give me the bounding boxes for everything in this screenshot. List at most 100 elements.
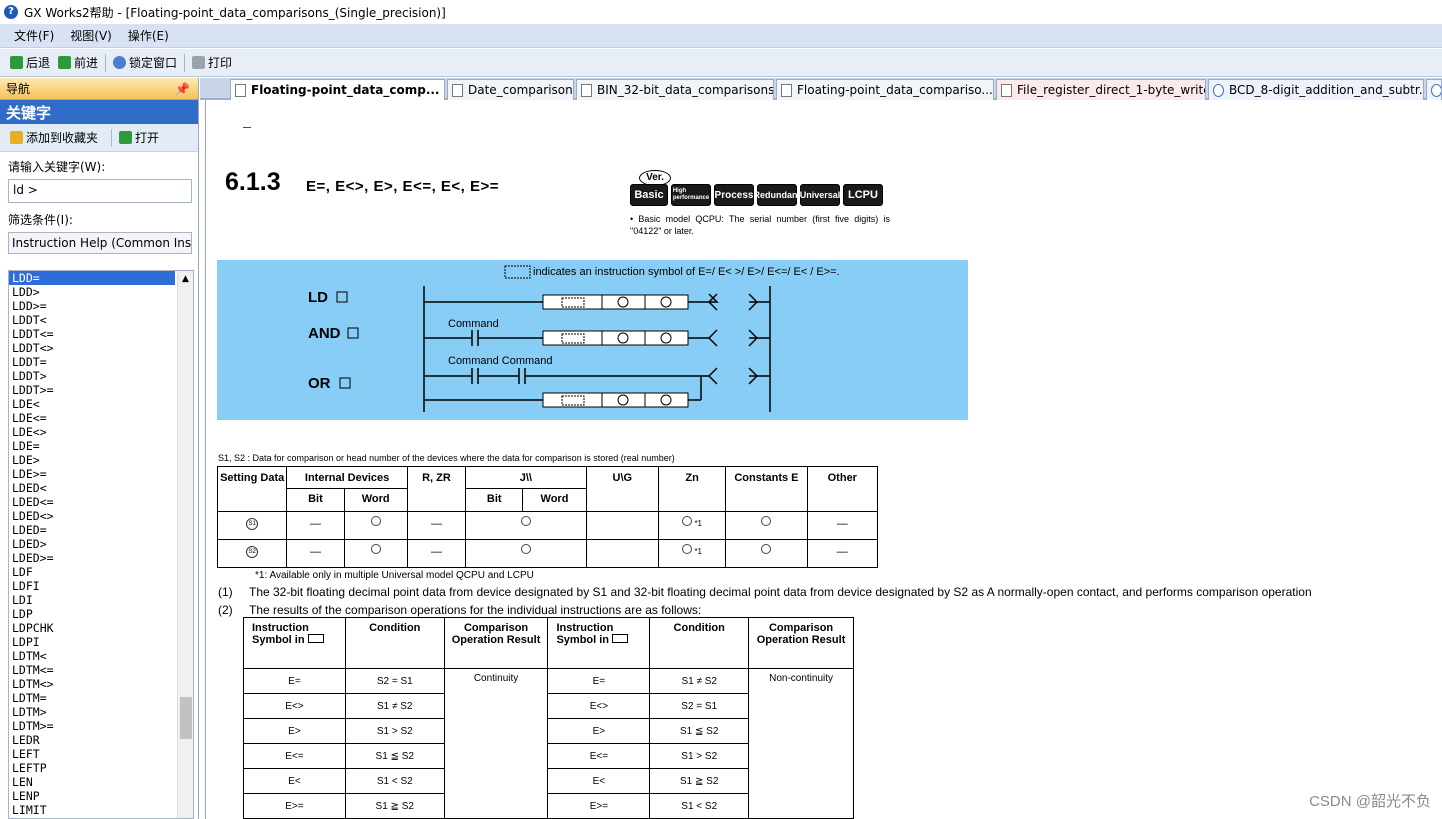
cell-dash: —: [286, 511, 345, 540]
keyword-list-item[interactable]: LDD=: [9, 271, 175, 285]
keyword-list-item[interactable]: LEDR: [9, 733, 193, 747]
cell-circle: [725, 539, 808, 568]
keyword-list-item[interactable]: LDPI: [9, 635, 193, 649]
th-instruction-label: Instruction Symbol in: [252, 622, 309, 646]
cell-condition: S2 = S1: [344, 668, 445, 694]
scroll-thumb[interactable]: [180, 697, 192, 739]
keyword-list-item[interactable]: LDED<>: [9, 509, 193, 523]
tab-bin-32bit[interactable]: BIN_32-bit_data_comparisons: [576, 79, 774, 100]
tab-file-register[interactable]: File_register_direct_1-byte_write: [996, 79, 1206, 100]
keyword-list-item[interactable]: LDI: [9, 593, 193, 607]
keyword-list-item[interactable]: LDDT<>: [9, 341, 193, 355]
keyword-list-item[interactable]: LDD>: [9, 285, 193, 299]
nav-header-label: 导航: [6, 82, 31, 96]
keyword-list-item[interactable]: LIMIT: [9, 803, 193, 817]
keyword-list-item[interactable]: LDE<=: [9, 411, 193, 425]
keyword-list-item[interactable]: LDDT=: [9, 355, 193, 369]
keyword-list-item[interactable]: LDED<: [9, 481, 193, 495]
scroll-up-icon[interactable]: ▲: [178, 271, 193, 287]
cell-condition: S2 = S1: [649, 693, 750, 719]
keyword-list-item[interactable]: LDF: [9, 565, 193, 579]
keyword-list-item[interactable]: LDPCHK: [9, 621, 193, 635]
keyword-list-item[interactable]: LDTM<=: [9, 663, 193, 677]
cell-instruction: E>=: [243, 793, 346, 819]
keyword-list-item[interactable]: LDTM<: [9, 649, 193, 663]
keyword-list-item[interactable]: LDDT>=: [9, 383, 193, 397]
keyword-list-item[interactable]: LDDT<=: [9, 327, 193, 341]
or-placeholder-box: [339, 377, 351, 389]
open-button[interactable]: 打开: [115, 127, 163, 148]
keyword-list-item[interactable]: LDDT<: [9, 313, 193, 327]
document-tabs: Floating-point_data_comp...✕ Date_compar…: [200, 78, 1442, 100]
nav-header: 导航 📌: [0, 78, 198, 100]
document-page: 6.1.3 E=, E<>, E>, E<=, E<, E>= Ver. Bas…: [206, 100, 1442, 819]
top-anchor-link[interactable]: [243, 120, 251, 128]
lock-window-button[interactable]: 锁定窗口: [109, 52, 181, 73]
keyword-list[interactable]: LDD= LDD> LDD>= LDDT< LDDT<= LDDT<> LDDT= LDDT>…: [8, 270, 194, 819]
menu-bar: 文件(F) 视图(V) 操作(E): [0, 24, 1442, 48]
keyword-scrollbar[interactable]: ▲: [177, 271, 193, 818]
keyword-list-item[interactable]: LDED>: [9, 537, 193, 551]
keyword-list-item[interactable]: LEFTP: [9, 761, 193, 775]
tab-overflow[interactable]: [1426, 79, 1442, 100]
ladder-diagram: indicates an instruction symbol of E=/ E…: [217, 260, 968, 420]
keyword-list-item[interactable]: LDDT>: [9, 369, 193, 383]
keyword-list-item[interactable]: LDED=: [9, 523, 193, 537]
zn-footnote-ref: *1: [694, 547, 702, 556]
keyword-list-item[interactable]: LDTM>=: [9, 719, 193, 733]
keyword-list-item[interactable]: LDTM=: [9, 691, 193, 705]
filter-select[interactable]: Instruction Help (Common Ins⌄: [8, 232, 192, 254]
print-button[interactable]: 打印: [188, 52, 236, 73]
keyword-list-item[interactable]: LDE=: [9, 439, 193, 453]
keyword-list-item[interactable]: LDED<=: [9, 495, 193, 509]
tab-date-comparison[interactable]: Date_comparison: [447, 79, 574, 100]
add-favorite-button[interactable]: 添加到收藏夹: [6, 127, 102, 148]
cell-s1: S1: [216, 511, 288, 540]
pin-icon[interactable]: 📌: [175, 82, 190, 96]
watermark: CSDN @韶光不负: [1309, 793, 1431, 810]
keyword-list-item[interactable]: LDTM<>: [9, 677, 193, 691]
keyword-list-item[interactable]: LDE<>: [9, 425, 193, 439]
keyword-list-item[interactable]: LENP: [9, 789, 193, 803]
back-arrow-icon: [10, 56, 23, 69]
back-button[interactable]: 后退: [6, 52, 54, 73]
toolbar-separator: [105, 53, 107, 72]
menu-view[interactable]: 视图(V): [62, 27, 120, 44]
circle-icon: [682, 516, 693, 526]
s1-symbol: S1: [246, 518, 259, 531]
keyword-list-item[interactable]: LDD>=: [9, 299, 193, 313]
page-icon: [452, 83, 463, 97]
cell-circle: [465, 539, 587, 568]
keyword-list-item[interactable]: LDP: [9, 607, 193, 621]
printer-icon: [192, 56, 206, 69]
keyword-list-item[interactable]: LDE>=: [9, 467, 193, 481]
keyword-list-item[interactable]: LEN: [9, 775, 193, 789]
cell-condition: S1 ≦ S2: [649, 718, 750, 744]
menu-action[interactable]: 操作(E): [120, 27, 177, 44]
cell-circle: [343, 511, 408, 540]
keyword-list-item[interactable]: LDE>: [9, 453, 193, 467]
tab-bcd[interactable]: BCD_8-digit_addition_and_subtr...: [1208, 79, 1424, 100]
keyword-list-item[interactable]: LDFI: [9, 579, 193, 593]
menu-file[interactable]: 文件(F): [6, 27, 62, 44]
cell-result: Continuity: [443, 668, 549, 819]
cell-empty: [585, 539, 659, 568]
tab-floating-point-2[interactable]: Floating-point_data_compariso...: [776, 79, 994, 100]
title-bar: ? GX Works2帮助 - [Floating-point_data_com…: [0, 0, 1442, 24]
and-placeholder-box: [347, 327, 359, 339]
th-u-g: U\G: [585, 466, 659, 512]
keyword-list-item[interactable]: LDED>=: [9, 551, 193, 565]
keyword-list-item[interactable]: LEFT: [9, 747, 193, 761]
th-bit: Bit: [465, 488, 524, 512]
forward-button[interactable]: 前进: [54, 52, 102, 73]
th-constants: Constants E: [725, 466, 808, 512]
tab-floating-point-active[interactable]: Floating-point_data_comp...✕: [230, 79, 445, 100]
keyword-input[interactable]: ld >: [8, 179, 192, 203]
badge-basic: Basic: [630, 184, 668, 206]
badge-universal: Universal: [800, 184, 840, 206]
ld-placeholder-box: [336, 291, 348, 303]
keyword-list-item[interactable]: LDTM>: [9, 705, 193, 719]
tab-label: Date_comparison: [468, 83, 573, 97]
section-heading: E=, E<>, E>, E<=, E<, E>=: [306, 178, 500, 195]
keyword-list-item[interactable]: LDE<: [9, 397, 193, 411]
